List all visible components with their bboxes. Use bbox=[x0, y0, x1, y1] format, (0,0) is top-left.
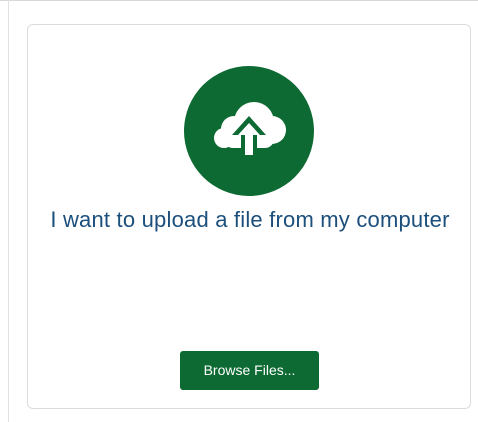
upload-heading: I want to upload a file from my computer bbox=[50, 207, 450, 232]
top-divider bbox=[0, 0, 478, 1]
upload-page: I want to upload a file from my computer… bbox=[0, 0, 478, 422]
left-divider bbox=[8, 0, 9, 422]
cloud-upload-icon-graphic bbox=[214, 102, 286, 159]
cloud-upload-icon bbox=[184, 66, 314, 196]
browse-files-button[interactable]: Browse Files... bbox=[180, 351, 319, 390]
